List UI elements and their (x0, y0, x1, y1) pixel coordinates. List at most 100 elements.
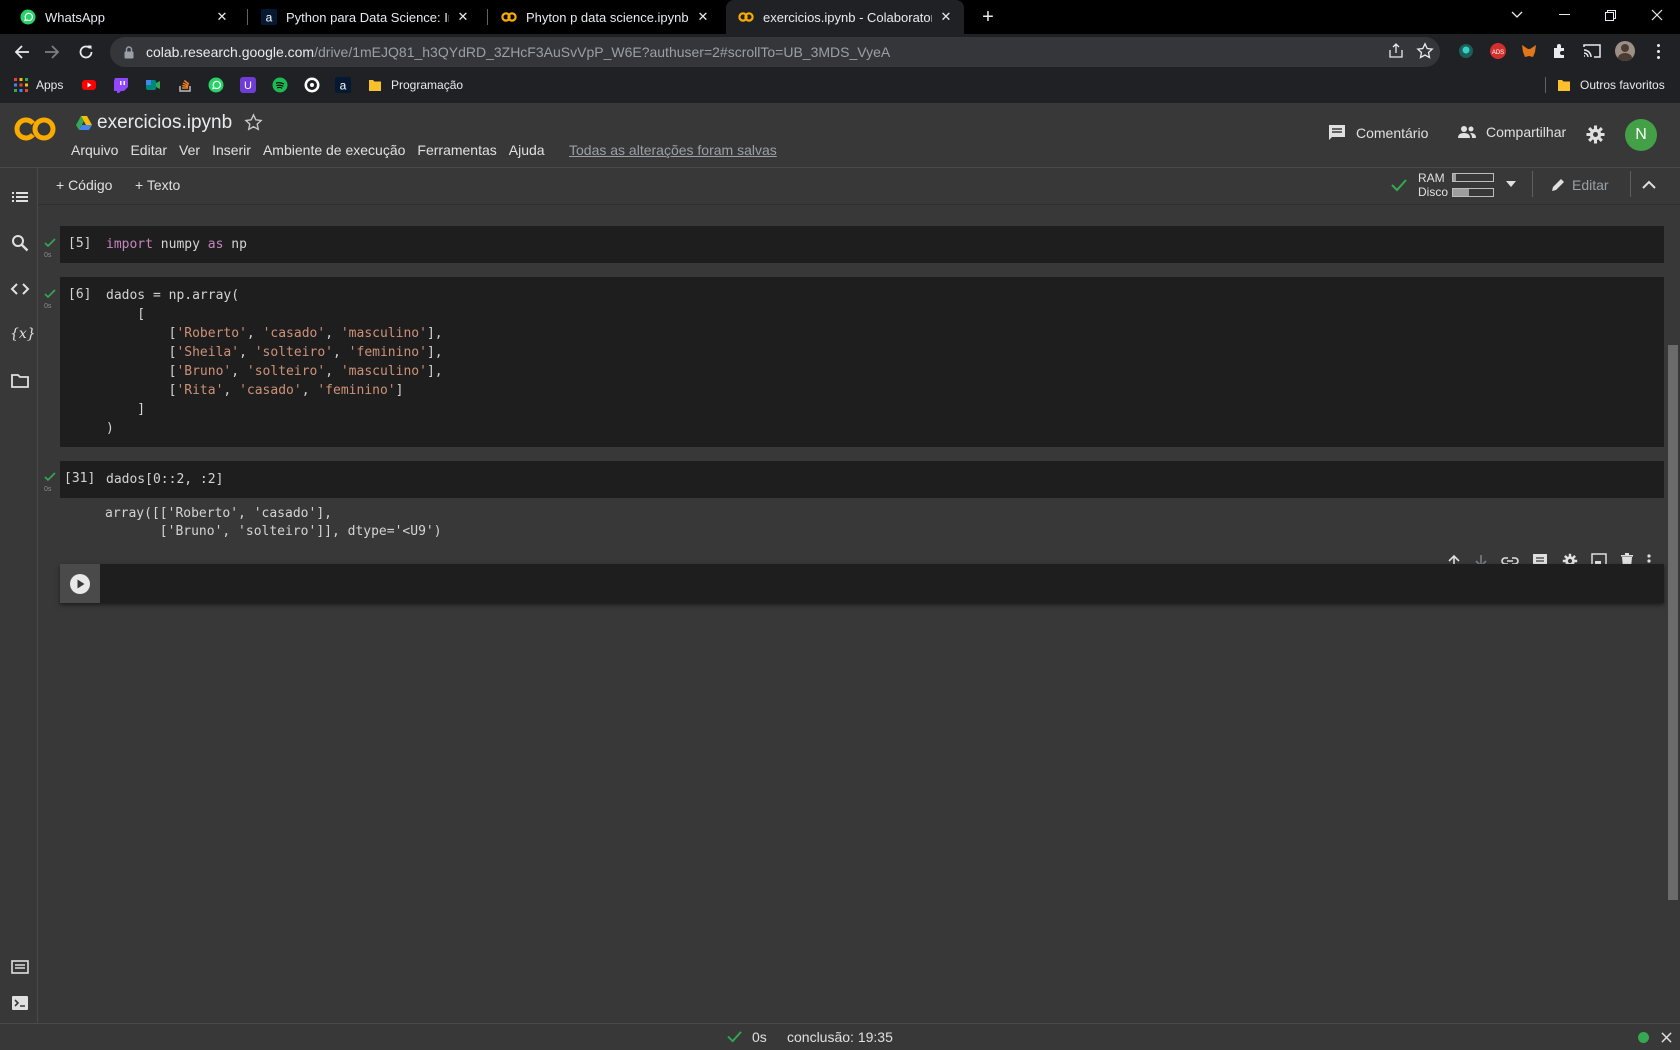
bookmark-meet[interactable] (145, 76, 161, 94)
add-text-button[interactable]: + Texto (135, 177, 180, 193)
bookmark-alura[interactable]: a (335, 76, 351, 94)
empty-code-cell[interactable] (60, 564, 1664, 603)
comment-button[interactable]: Comentário (1328, 124, 1428, 142)
table-of-contents-icon[interactable] (10, 187, 30, 207)
menu-editar[interactable]: Editar (130, 142, 167, 158)
menu-ambiente[interactable]: Ambiente de execução (263, 142, 405, 158)
files-folder-icon[interactable] (10, 371, 30, 391)
cell-exec-time: 0s (44, 486, 52, 493)
new-tab-button[interactable]: + (978, 6, 998, 28)
cell-exec-count: [6] (68, 287, 92, 302)
menu-ajuda[interactable]: Ajuda (509, 142, 545, 158)
address-bar[interactable]: colab.research.google.com/drive/1mEJQ81_… (110, 37, 1440, 67)
bookmark-twitch[interactable] (113, 76, 129, 94)
status-exec-time: 0s (752, 1029, 767, 1045)
code-editor[interactable]: import numpy as np (106, 235, 247, 254)
menu-ferramentas[interactable]: Ferramentas (417, 142, 496, 158)
code-cell[interactable]: [31] dados[0::2, :2] (60, 461, 1664, 498)
search-icon[interactable] (10, 233, 30, 253)
bookmark-github[interactable] (304, 76, 320, 94)
cast-icon[interactable] (1583, 42, 1601, 60)
runtime-status-dot (1638, 1032, 1649, 1043)
colab-logo[interactable] (14, 116, 56, 142)
minimize-button[interactable] (1541, 0, 1587, 30)
notebook-title[interactable]: exercicios.ipynb (97, 112, 232, 134)
svg-text:U: U (244, 80, 252, 92)
google-drive-icon[interactable] (76, 116, 92, 130)
bookmark-folder-label: Programação (391, 78, 464, 92)
profile-avatar[interactable] (1615, 41, 1635, 61)
cell-executed-check-icon (44, 472, 56, 482)
command-palette-icon[interactable] (10, 957, 30, 977)
star-icon[interactable] (244, 113, 263, 132)
svg-text:a: a (266, 11, 273, 25)
bookmark-spotify[interactable] (272, 76, 288, 94)
menu-inserir[interactable]: Inserir (212, 142, 251, 158)
github-icon (304, 77, 320, 93)
terminal-icon[interactable] (10, 993, 30, 1013)
restore-button[interactable] (1587, 0, 1633, 30)
bookmark-folder-programacao[interactable]: Programação (368, 76, 463, 94)
runtime-dropdown-icon[interactable] (1506, 181, 1516, 187)
reload-button[interactable] (74, 40, 98, 64)
add-code-button[interactable]: + Código (56, 177, 112, 193)
tab-exercicios[interactable]: exercicios.ipynb - Colaboratory ✕ (726, 0, 964, 34)
cell-exec-count: [31] (64, 471, 96, 486)
code-editor[interactable]: dados[0::2, :2] (106, 470, 223, 489)
code-snippets-icon[interactable] (10, 279, 30, 299)
browser-tab-strip: WhatsApp ✕ a Python para Data Science: I… (0, 0, 1680, 34)
close-icon[interactable] (1661, 1032, 1672, 1043)
code-cell[interactable]: [5] import numpy as np (60, 226, 1664, 263)
bookmark-whatsapp[interactable] (208, 76, 224, 94)
tab-search-button[interactable] (1494, 0, 1540, 30)
bookmark-star-icon[interactable] (1416, 42, 1434, 60)
extensions-puzzle-icon[interactable] (1551, 42, 1569, 60)
svg-text:a: a (340, 79, 347, 93)
close-tab-icon[interactable]: ✕ (455, 9, 471, 25)
code-editor[interactable]: dados = np.array( [ ['Roberto', 'casado'… (106, 286, 443, 438)
run-cell-button[interactable] (60, 564, 100, 603)
browser-menu-icon[interactable] (1650, 41, 1666, 61)
share-button[interactable]: Compartilhar (1457, 124, 1566, 140)
chevron-down-icon (1511, 11, 1523, 18)
share-page-icon[interactable] (1388, 43, 1404, 59)
tab-title: Phyton p data science.ipynb - Co (526, 9, 689, 25)
colab-icon (501, 12, 517, 22)
close-tab-icon[interactable]: ✕ (938, 9, 954, 25)
user-avatar[interactable]: N (1625, 119, 1657, 151)
save-status-link[interactable]: Todas as alterações foram salvas (569, 142, 777, 158)
menu-arquivo[interactable]: Arquivo (71, 142, 118, 158)
notebook-scrollbar[interactable] (1668, 345, 1678, 900)
forward-button[interactable] (40, 40, 64, 64)
bookmark-other-favorites[interactable]: Outros favoritos (1557, 76, 1665, 94)
close-window-button[interactable] (1634, 0, 1680, 30)
folder-icon (1558, 80, 1570, 91)
tab-phyton-notebook[interactable]: Phyton p data science.ipynb - Co ✕ (489, 0, 721, 34)
apps-grid-icon (14, 78, 28, 92)
tab-python-data-science[interactable]: a Python para Data Science: Introd ✕ (249, 0, 481, 34)
code-cell[interactable]: [6] dados = np.array( [ ['Roberto', 'cas… (60, 277, 1664, 447)
tab-whatsapp[interactable]: WhatsApp ✕ (8, 0, 240, 34)
ext-adblock-icon[interactable]: ADS (1489, 42, 1507, 60)
bookmark-apps[interactable]: Apps (14, 76, 63, 94)
ext-shield-icon[interactable] (1457, 42, 1475, 60)
bookmark-stackoverflow[interactable] (177, 76, 193, 94)
bookmark-youtube[interactable] (81, 76, 97, 94)
google-meet-icon (146, 80, 160, 90)
bookmark-u[interactable]: U (240, 76, 256, 94)
close-tab-icon[interactable]: ✕ (695, 9, 711, 25)
output-text: array([['Roberto', 'casado'], ['Bruno', … (105, 506, 442, 539)
ext-metamask-icon[interactable] (1520, 42, 1538, 60)
back-button[interactable] (10, 40, 34, 64)
colab-icon (738, 12, 754, 22)
menu-ver[interactable]: Ver (179, 142, 200, 158)
variables-icon[interactable]: {x} (10, 324, 36, 344)
cell-output: array([['Roberto', 'casado'], ['Bruno', … (60, 498, 1664, 545)
chevron-up-icon[interactable] (1642, 180, 1656, 189)
resources-labels[interactable]: RAM Disco (1418, 171, 1448, 199)
close-tab-icon[interactable]: ✕ (214, 9, 230, 25)
bookmark-apps-label: Apps (36, 78, 64, 92)
svg-text:ADS: ADS (1492, 50, 1504, 56)
settings-gear-icon[interactable] (1586, 125, 1605, 144)
edit-button[interactable]: Editar (1550, 177, 1609, 193)
